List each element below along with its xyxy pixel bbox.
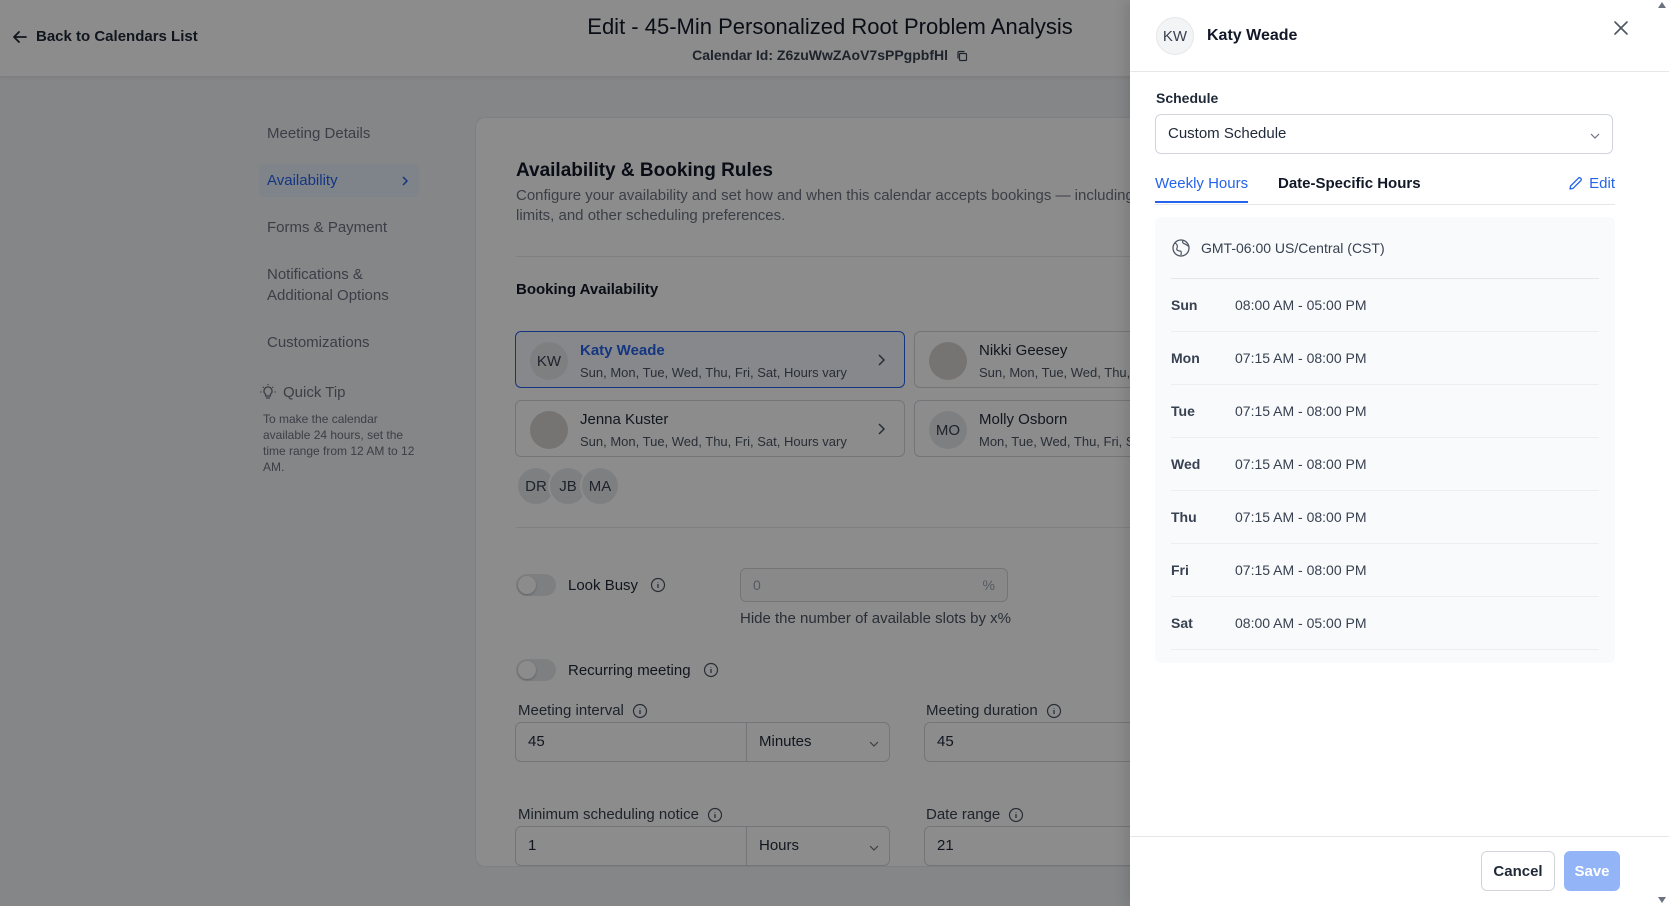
day-hours: 07:15 AM - 08:00 PM [1235,509,1367,525]
day-hours: 07:15 AM - 08:00 PM [1235,562,1367,578]
day-row-sun: Sun 08:00 AM - 05:00 PM [1171,279,1599,332]
day-name: Wed [1171,456,1201,472]
day-name: Thu [1171,509,1197,525]
edit-label: Edit [1589,175,1615,192]
schedule-tabs: Weekly Hours Date-Specific Hours Edit [1155,171,1615,205]
day-hours: 07:15 AM - 08:00 PM [1235,403,1367,419]
day-hours: 07:15 AM - 08:00 PM [1235,456,1367,472]
day-name: Sun [1171,297,1198,313]
avatar: KW [1156,17,1194,55]
save-button[interactable]: Save [1564,851,1620,891]
modal-overlay[interactable] [0,0,1130,906]
day-row-mon: Mon 07:15 AM - 08:00 PM [1171,332,1599,385]
close-icon[interactable] [1611,18,1631,38]
drawer-member-name: Katy Weade [1207,27,1298,44]
globe-icon [1172,238,1190,257]
pencil-icon [1569,177,1583,190]
day-hours: 08:00 AM - 05:00 PM [1235,615,1367,631]
timezone-row: GMT-06:00 US/Central (CST) [1171,217,1599,279]
day-hours: 08:00 AM - 05:00 PM [1235,297,1367,313]
drawer-header: KW Katy Weade [1130,0,1669,72]
schedule-label: Schedule [1156,90,1219,106]
day-row-thu: Thu 07:15 AM - 08:00 PM [1171,491,1599,544]
weekly-hours-list: GMT-06:00 US/Central (CST) Sun 08:00 AM -… [1155,217,1615,663]
day-row-tue: Tue 07:15 AM - 08:00 PM [1171,385,1599,438]
timezone-text: GMT-06:00 US/Central (CST) [1201,239,1385,256]
day-name: Mon [1171,350,1200,366]
day-row-wed: Wed 07:15 AM - 08:00 PM [1171,438,1599,491]
chevron-down-icon [1590,133,1600,139]
edit-hours-button[interactable]: Edit [1568,175,1615,192]
day-name: Sat [1171,615,1193,631]
scroll-down-arrow-icon[interactable] [1658,897,1666,903]
tab-weekly-hours[interactable]: Weekly Hours [1155,175,1249,203]
drawer-footer: Cancel Save [1130,836,1669,906]
day-hours: 07:15 AM - 08:00 PM [1235,350,1367,366]
member-schedule-drawer: KW Katy Weade Schedule Custom Schedule W… [1130,0,1669,906]
scroll-up-arrow-icon[interactable] [1658,2,1666,8]
day-row-fri: Fri 07:15 AM - 08:00 PM [1171,544,1599,597]
day-row-sat: Sat 08:00 AM - 05:00 PM [1171,597,1599,650]
schedule-select[interactable]: Custom Schedule [1155,114,1613,154]
tab-date-specific-hours[interactable]: Date-Specific Hours [1278,175,1421,201]
cancel-button[interactable]: Cancel [1481,851,1555,891]
schedule-value: Custom Schedule [1168,125,1287,142]
day-name: Fri [1171,562,1189,578]
day-name: Tue [1171,403,1195,419]
